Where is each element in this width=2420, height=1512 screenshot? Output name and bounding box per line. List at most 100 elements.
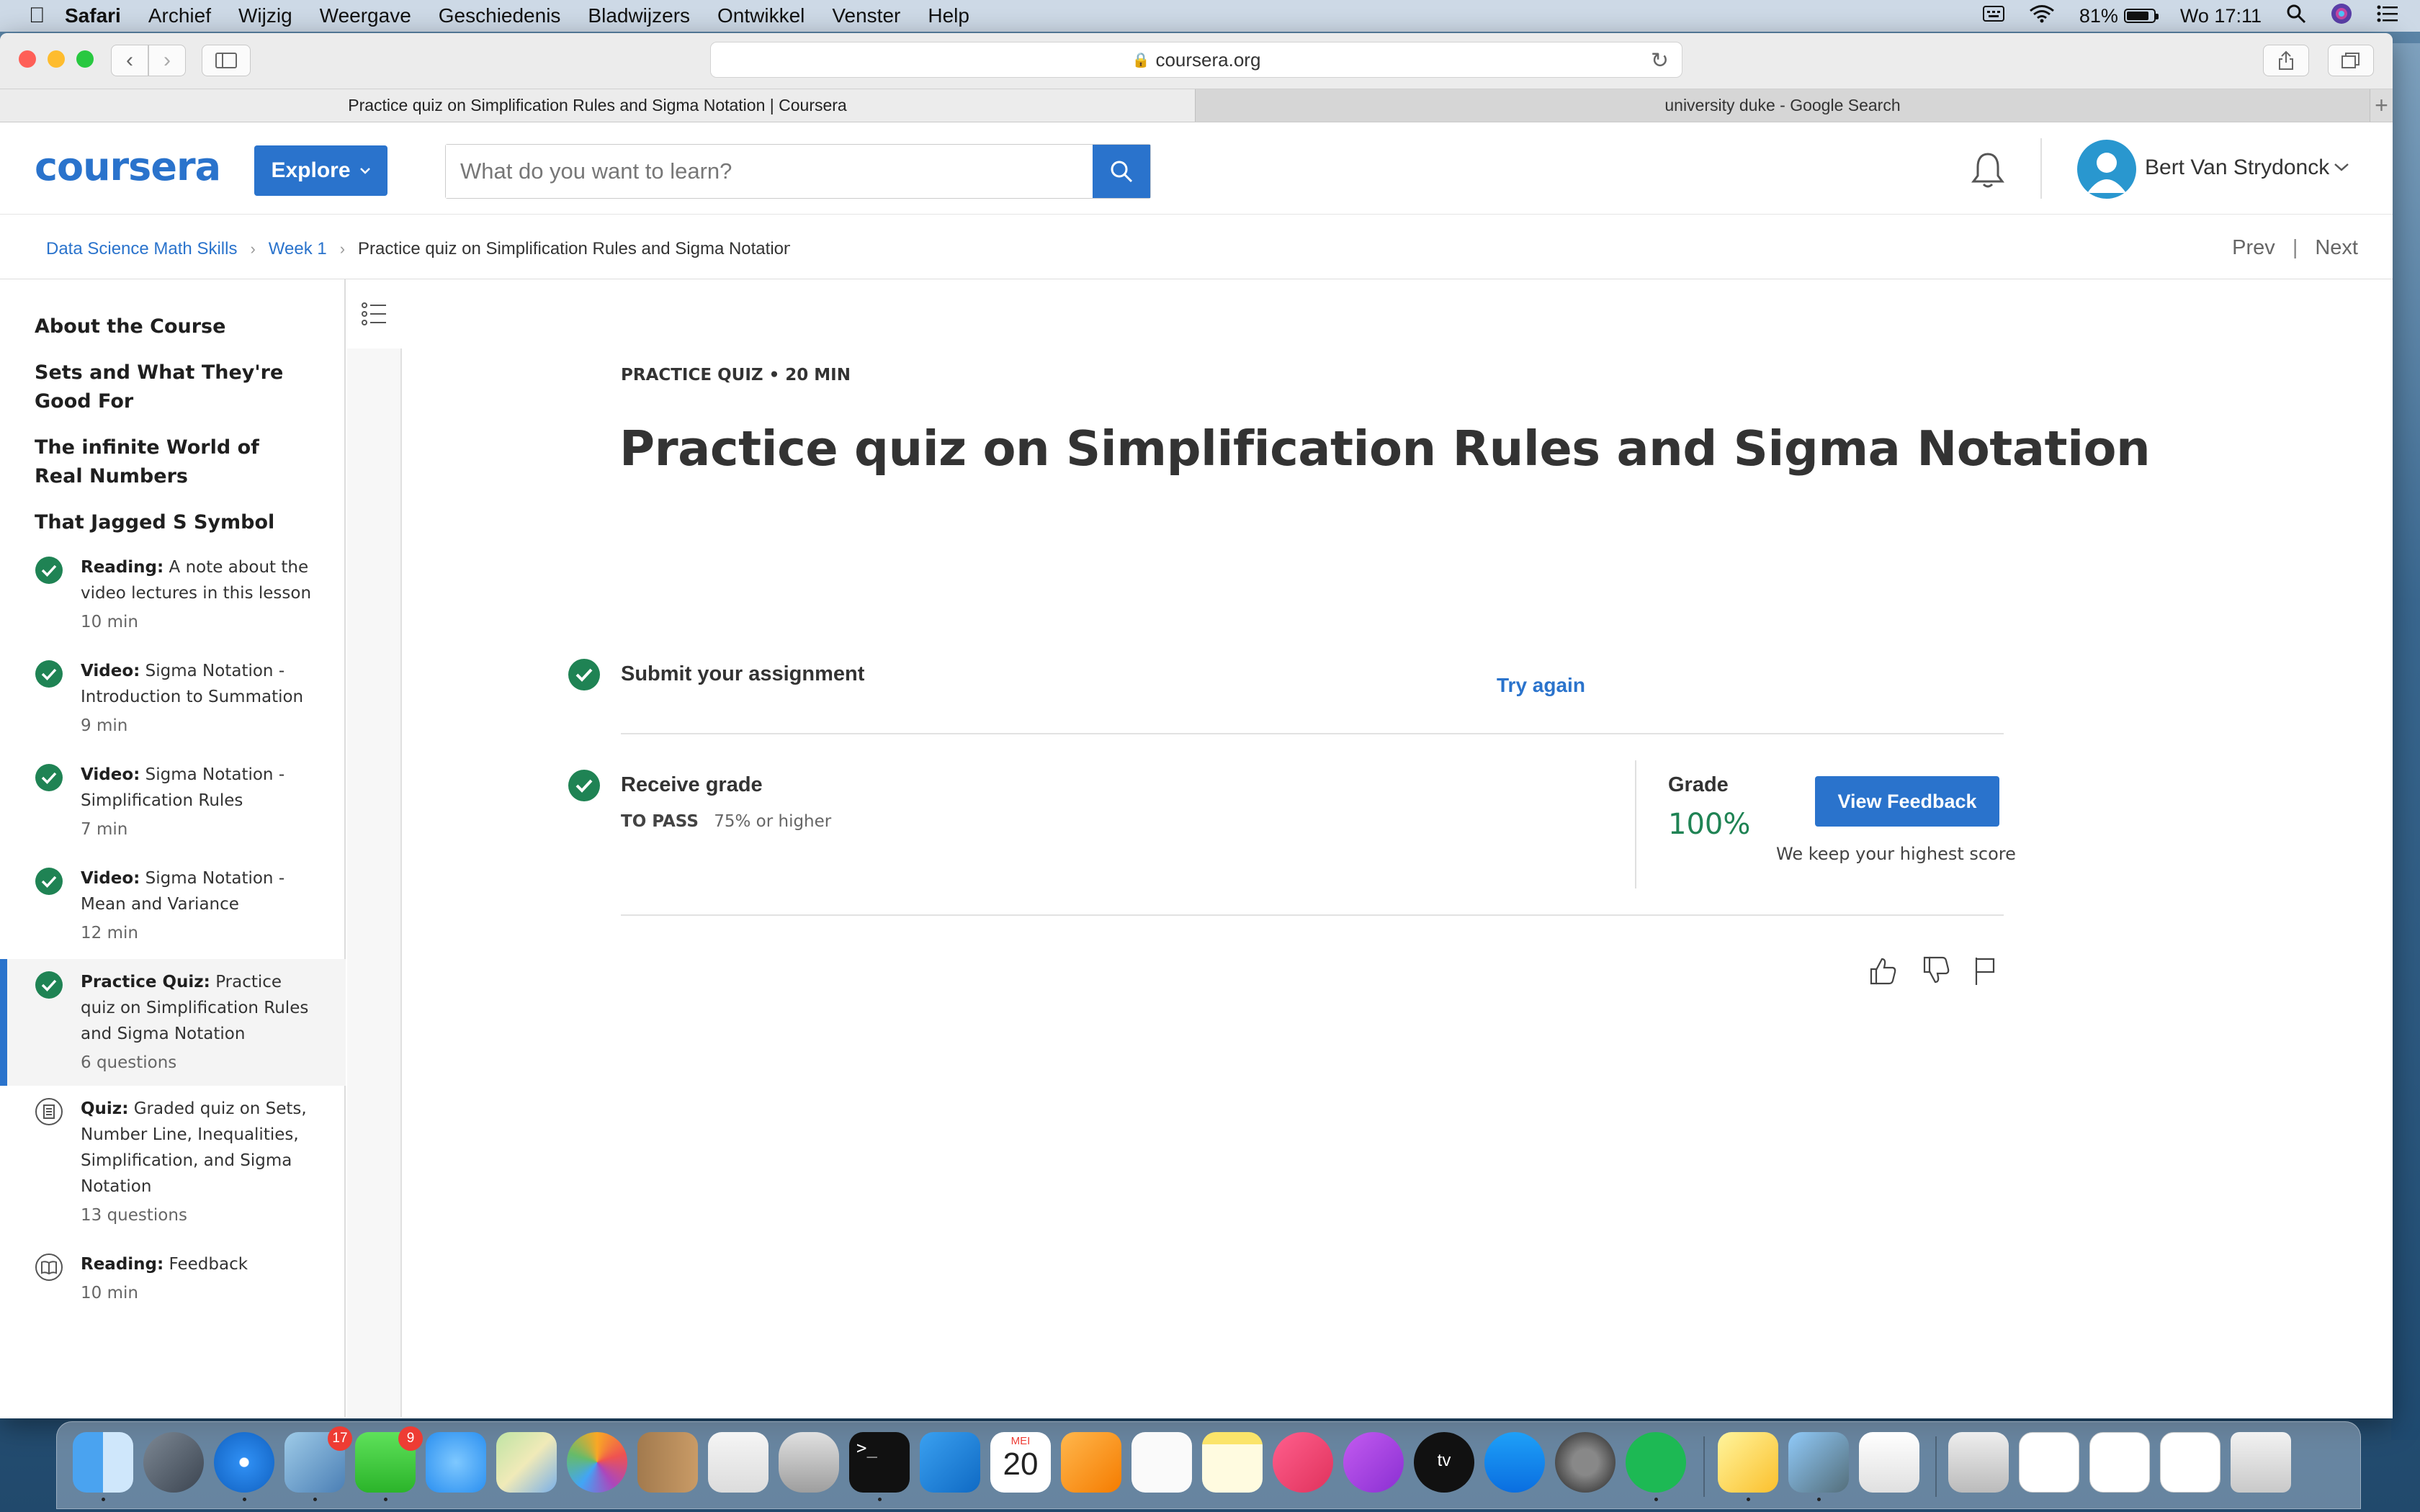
address-bar[interactable]: 🔒 coursera.org ↻ [710,42,1682,78]
menu-archief[interactable]: Archief [148,4,211,27]
zoom-window-button[interactable] [76,50,94,68]
notification-center-icon[interactable] [2377,4,2398,28]
back-button[interactable]: ‹ [111,45,148,76]
reminders-icon[interactable] [1131,1432,1192,1493]
vscode-icon[interactable] [920,1432,980,1493]
sidebar-item-graded-quiz[interactable]: Quiz: Graded quiz on Sets, Number Line, … [0,1096,346,1228]
apple-icon[interactable]:  [29,4,65,28]
user-menu-chevron-icon[interactable] [2334,154,2349,177]
sidebar-toggle-button[interactable] [202,45,251,76]
sequel-database-icon[interactable] [779,1432,839,1493]
share-button[interactable] [2263,45,2309,76]
chevron-left-icon: ‹ [126,48,133,72]
keyboard-status-icon[interactable] [1982,5,2004,27]
coursera-logo[interactable]: coursera [35,144,221,189]
stickies-icon[interactable] [1718,1432,1778,1501]
module-jagged-s-symbol[interactable]: That Jagged S Symbol [0,508,310,537]
launchpad-icon[interactable] [143,1432,204,1493]
sidebar-item-video-simplification[interactable]: Video: Sigma Notation - Simplification R… [0,762,346,842]
textedit-icon[interactable] [1859,1432,1919,1493]
wifi-icon[interactable] [2029,4,2055,28]
menu-bladwijzers[interactable]: Bladwijzers [588,4,690,27]
clock[interactable]: Wo 17:11 [2180,5,2262,27]
close-window-button[interactable] [19,50,36,68]
explore-button[interactable]: Explore [254,145,387,196]
sidebar-item-reading-note[interactable]: Reading: A note about the video lectures… [0,554,346,635]
tabs-icon [2341,53,2360,68]
forward-button[interactable]: › [148,45,186,76]
tab-coursera[interactable]: Practice quiz on Simplification Rules an… [0,89,1196,122]
document-thumbnail-icon[interactable] [2160,1432,2220,1493]
search-input[interactable] [446,145,1093,198]
avatar[interactable] [2077,140,2136,199]
maps-icon[interactable] [496,1432,557,1493]
menu-wijzig[interactable]: Wijzig [238,4,292,27]
calendar-icon[interactable]: MEI 20 [990,1432,1051,1493]
toggle-outline-button[interactable] [347,279,402,348]
siri-icon[interactable] [2331,3,2352,30]
sidebar-item-reading-feedback[interactable]: Reading: Feedback 10 min [0,1251,346,1306]
thumbs-up-icon[interactable] [1867,955,1899,990]
breadcrumb-week-link[interactable]: Week 1 [269,239,327,259]
menu-help[interactable]: Help [928,4,969,27]
sidebar-item-practice-quiz[interactable]: Practice Quiz: Practice quiz on Simplifi… [0,959,346,1086]
try-again-link[interactable]: Try again [1497,674,1585,697]
module-real-numbers[interactable]: The infinite World of Real Numbers [0,433,310,491]
reload-icon[interactable]: ↻ [1651,48,1669,73]
spotlight-search-icon[interactable] [2286,4,2306,29]
downloads-stack-icon[interactable] [1948,1432,2009,1493]
finder-icon[interactable] [73,1432,133,1501]
to-pass-requirement: TO PASS 75% or higher [621,812,831,831]
music-icon[interactable] [1273,1432,1333,1493]
next-link[interactable]: Next [2315,236,2358,260]
mail-icon[interactable]: 17 [284,1426,352,1501]
facetime-icon[interactable]: 9 [355,1426,423,1501]
spotify-icon[interactable] [1626,1432,1686,1501]
menu-app-safari[interactable]: Safari [65,4,121,27]
grade-divider [1635,760,1636,888]
menu-weergave[interactable]: Weergave [320,4,411,27]
new-tab-button[interactable]: + [2370,89,2393,122]
menu-geschiedenis[interactable]: Geschiedenis [439,4,561,27]
pages-icon[interactable] [1061,1432,1121,1493]
sidebar-item-video-mean-variance[interactable]: Video: Sigma Notation - Mean and Varianc… [0,865,346,946]
terminal-icon[interactable]: >_ [849,1432,910,1501]
notifications-bell-icon[interactable] [1971,151,2005,192]
battery-status[interactable]: 81% [2079,5,2159,27]
notes-icon[interactable] [1202,1432,1263,1493]
prev-link[interactable]: Prev [2232,236,2275,260]
lock-icon: 🔒 [1131,52,1150,68]
url-text: coursera.org [1155,48,1261,71]
system-preferences-icon[interactable] [1555,1432,1615,1493]
menu-venster[interactable]: Venster [832,4,900,27]
module-sets[interactable]: Sets and What They're Good For [0,359,310,416]
document-thumbnail-icon[interactable] [2019,1432,2079,1493]
contacts-icon[interactable] [637,1432,698,1493]
module-about-the-course[interactable]: About the Course [0,312,310,341]
minimize-window-button[interactable] [48,50,65,68]
thumbs-down-icon[interactable] [1920,955,1952,990]
view-feedback-button[interactable]: View Feedback [1815,776,1999,827]
numbers-icon[interactable] [708,1432,768,1493]
apple-tv-icon[interactable]: tv [1414,1432,1474,1493]
quiz-main: PRACTICE QUIZ • 20 MIN Practice quiz on … [402,279,2393,1417]
photos-icon[interactable] [567,1432,627,1493]
menu-ontwikkel[interactable]: Ontwikkel [717,4,805,27]
breadcrumb-course-link[interactable]: Data Science Math Skills [46,239,237,259]
trash-icon[interactable] [2231,1432,2291,1493]
breadcrumb-current: Practice quiz on Simplification Rules an… [358,239,791,258]
sidebar-item-video-introduction[interactable]: Video: Sigma Notation - Introduction to … [0,658,346,739]
user-name[interactable]: Bert Van Strydonck [2145,156,2329,180]
item-duration: 13 questions [81,1206,187,1225]
tab-google-search[interactable]: university duke - Google Search [1196,89,2370,122]
messages-icon[interactable] [426,1432,486,1493]
app-store-icon[interactable] [1484,1432,1545,1493]
search-button[interactable] [1093,145,1150,198]
flag-icon[interactable] [1971,955,1999,990]
tab-overview-button[interactable] [2328,45,2374,76]
preview-icon[interactable] [1788,1432,1849,1501]
safari-icon[interactable] [214,1432,274,1501]
document-thumbnail-icon[interactable] [2089,1432,2150,1493]
podcasts-icon[interactable] [1343,1432,1404,1493]
header-divider [2040,138,2042,199]
